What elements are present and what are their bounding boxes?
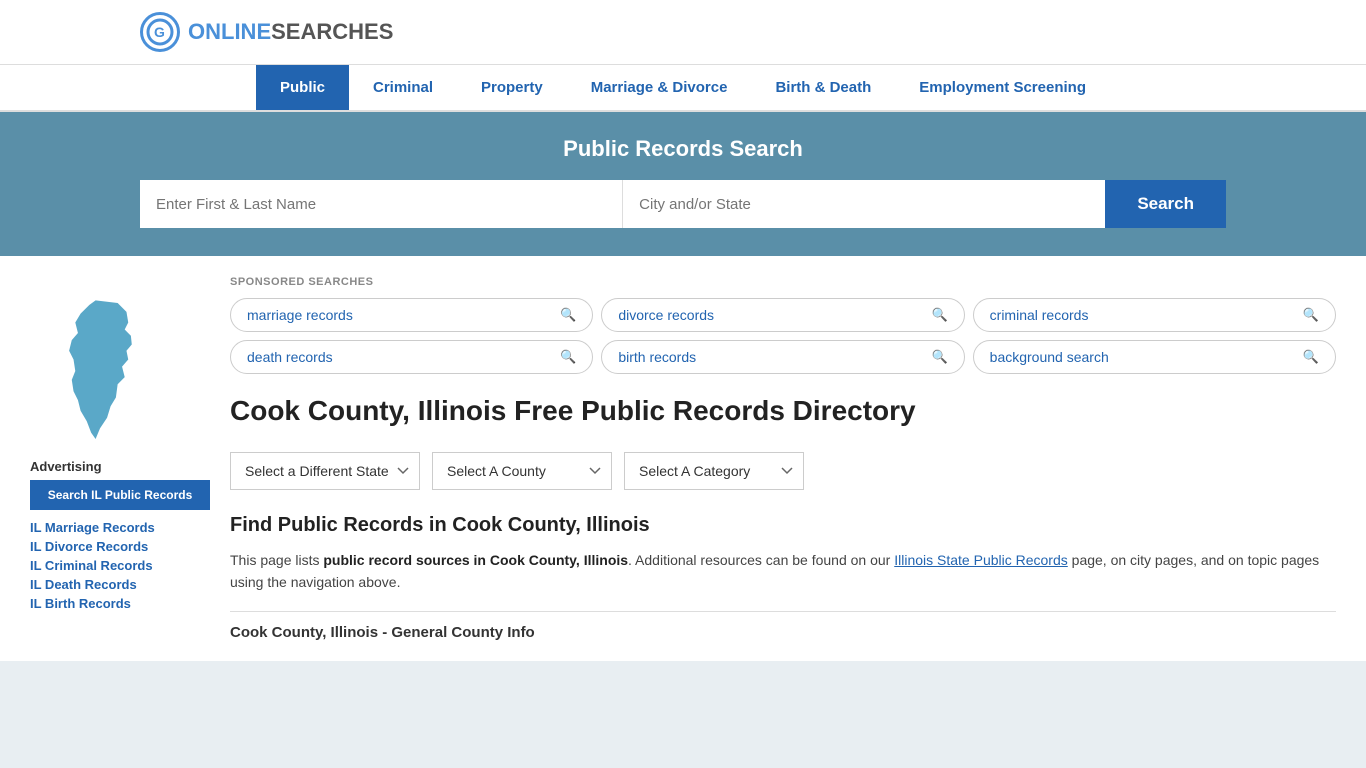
main-container: Advertising Search IL Public Records IL … bbox=[0, 256, 1366, 661]
search-il-button[interactable]: Search IL Public Records bbox=[30, 480, 210, 510]
illinois-state-link[interactable]: Illinois State Public Records bbox=[894, 552, 1068, 568]
page-heading-area: Cook County, Illinois Free Public Record… bbox=[230, 394, 1336, 428]
nav-public[interactable]: Public bbox=[256, 65, 349, 110]
dropdowns-row: Select a Different State Select A County… bbox=[230, 452, 1336, 490]
name-input[interactable] bbox=[140, 180, 623, 228]
sidebar-link-divorce[interactable]: IL Divorce Records bbox=[30, 539, 210, 554]
city-input[interactable] bbox=[623, 180, 1105, 228]
sponsored-tag-background[interactable]: background search 🔍 bbox=[973, 340, 1336, 374]
search-button[interactable]: Search bbox=[1105, 180, 1226, 228]
main-nav: Public Criminal Property Marriage & Divo… bbox=[0, 65, 1366, 112]
nav-employment[interactable]: Employment Screening bbox=[895, 65, 1110, 110]
state-dropdown[interactable]: Select a Different State bbox=[230, 452, 420, 490]
nav-property[interactable]: Property bbox=[457, 65, 567, 110]
sidebar-ad-label: Advertising bbox=[30, 459, 210, 474]
logo-text: ONLINESEARCHES bbox=[188, 19, 393, 45]
sidebar: Advertising Search IL Public Records IL … bbox=[30, 276, 230, 641]
sidebar-link-birth[interactable]: IL Birth Records bbox=[30, 596, 210, 611]
logo-icon: G bbox=[140, 12, 180, 52]
svg-text:G: G bbox=[154, 24, 165, 40]
sidebar-link-marriage[interactable]: IL Marriage Records bbox=[30, 520, 210, 535]
search-icon-background: 🔍 bbox=[1303, 349, 1319, 365]
sponsored-tag-birth[interactable]: birth records 🔍 bbox=[601, 340, 964, 374]
section-divider bbox=[230, 611, 1336, 612]
search-icon-birth: 🔍 bbox=[931, 349, 947, 365]
sponsored-tag-divorce[interactable]: divorce records 🔍 bbox=[601, 298, 964, 332]
sidebar-link-criminal[interactable]: IL Criminal Records bbox=[30, 558, 210, 573]
county-dropdown[interactable]: Select A County bbox=[432, 452, 612, 490]
state-map bbox=[40, 296, 160, 446]
sponsored-grid: marriage records 🔍 divorce records 🔍 cri… bbox=[230, 298, 1336, 374]
hero-section: Public Records Search Search bbox=[0, 112, 1366, 256]
header: G ONLINESEARCHES Public Criminal Propert… bbox=[0, 0, 1366, 256]
sponsored-label: SPONSORED SEARCHES bbox=[230, 276, 1336, 288]
hero-title: Public Records Search bbox=[140, 136, 1226, 162]
find-description: This page lists public record sources in… bbox=[230, 549, 1336, 594]
nav-criminal[interactable]: Criminal bbox=[349, 65, 457, 110]
sponsored-tag-marriage[interactable]: marriage records 🔍 bbox=[230, 298, 593, 332]
nav-marriage-divorce[interactable]: Marriage & Divorce bbox=[567, 65, 752, 110]
search-icon-marriage: 🔍 bbox=[560, 307, 576, 323]
sidebar-link-death[interactable]: IL Death Records bbox=[30, 577, 210, 592]
search-icon-death: 🔍 bbox=[560, 349, 576, 365]
logo: G ONLINESEARCHES bbox=[140, 12, 393, 52]
search-icon-divorce: 🔍 bbox=[931, 307, 947, 323]
search-bar: Search bbox=[140, 180, 1226, 228]
nav-birth-death[interactable]: Birth & Death bbox=[751, 65, 895, 110]
county-info-heading: Cook County, Illinois - General County I… bbox=[230, 624, 1336, 641]
content-area: SPONSORED SEARCHES marriage records 🔍 di… bbox=[230, 276, 1336, 641]
sponsored-tag-criminal[interactable]: criminal records 🔍 bbox=[973, 298, 1336, 332]
category-dropdown[interactable]: Select A Category bbox=[624, 452, 804, 490]
page-heading: Cook County, Illinois Free Public Record… bbox=[230, 394, 916, 428]
find-heading: Find Public Records in Cook County, Illi… bbox=[230, 514, 1336, 537]
sponsored-tag-death[interactable]: death records 🔍 bbox=[230, 340, 593, 374]
search-icon-criminal: 🔍 bbox=[1303, 307, 1319, 323]
